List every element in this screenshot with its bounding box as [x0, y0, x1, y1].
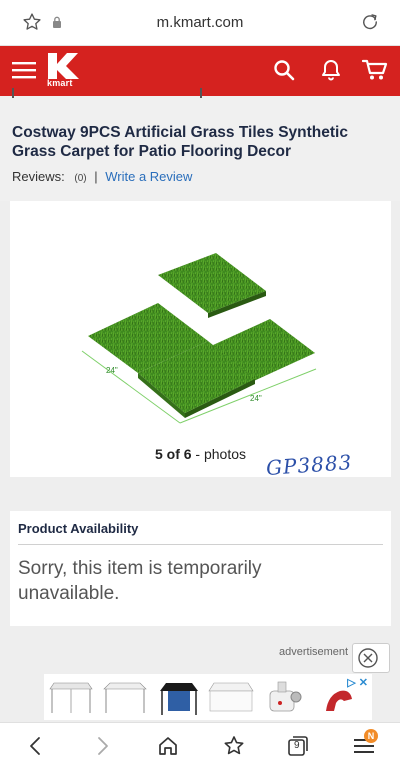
- reviews-row: Reviews: (0) | Write a Review: [12, 169, 192, 184]
- menu-icon[interactable]: [12, 60, 36, 80]
- dimension-left-label: 24": [106, 366, 118, 375]
- ad-close-button[interactable]: [352, 643, 390, 673]
- tab-count: 9: [294, 740, 300, 751]
- meat-grinder-image[interactable]: [260, 677, 310, 717]
- availability-message: Sorry, this item is temporarily unavaila…: [18, 558, 262, 604]
- canopy-tent-image[interactable]: [206, 677, 256, 717]
- logo-text: kmart: [47, 78, 73, 88]
- search-icon[interactable]: [273, 59, 295, 81]
- forward-arrow-icon[interactable]: [90, 734, 114, 758]
- notification-badge: N: [364, 729, 378, 743]
- product-info: Costway 9PCS Artificial Grass Tiles Synt…: [0, 88, 400, 201]
- canopy-tent-image[interactable]: [100, 677, 150, 717]
- reload-icon[interactable]: [360, 12, 380, 32]
- notification-bell-icon[interactable]: [319, 58, 343, 82]
- adchoices-icon[interactable]: ▷ ✕: [347, 676, 368, 689]
- write-review-link[interactable]: Write a Review: [105, 169, 192, 184]
- availability-card: Product Availability Sorry, this item is…: [10, 511, 391, 626]
- product-image[interactable]: 24" 24": [80, 241, 320, 426]
- availability-title: Product Availability: [18, 521, 139, 536]
- reviews-label: Reviews:: [12, 169, 65, 184]
- browser-bottom-nav: 9 N: [0, 722, 400, 768]
- product-title: Costway 9PCS Artificial Grass Tiles Synt…: [12, 124, 348, 160]
- cart-icon[interactable]: [362, 59, 388, 81]
- canopy-tent-image[interactable]: [154, 677, 204, 717]
- home-icon[interactable]: [156, 734, 180, 758]
- dimension-right-label: 24": [250, 394, 262, 403]
- bookmarks-star-icon[interactable]: [222, 734, 246, 758]
- divider: [18, 544, 383, 545]
- back-arrow-icon[interactable]: [24, 734, 48, 758]
- url-text[interactable]: m.kmart.com: [0, 14, 400, 31]
- browser-address-bar: m.kmart.com: [0, 0, 400, 46]
- photo-suffix: - photos: [191, 446, 247, 462]
- cutoff-text-fragment: [12, 88, 202, 98]
- reviews-count: (0): [74, 173, 87, 184]
- photo-index: 5 of 6: [154, 446, 192, 462]
- close-icon: [358, 648, 378, 668]
- reviews-separator: |: [94, 169, 98, 184]
- product-image-gallery[interactable]: 24" 24" 5 of 6 - photos GP3883: [10, 201, 391, 480]
- ad-label: advertisement: [279, 646, 349, 658]
- canopy-tent-image[interactable]: [46, 677, 96, 717]
- handwritten-annotation: GP3883: [265, 450, 354, 480]
- ad-banner[interactable]: ▷ ✕: [44, 674, 372, 720]
